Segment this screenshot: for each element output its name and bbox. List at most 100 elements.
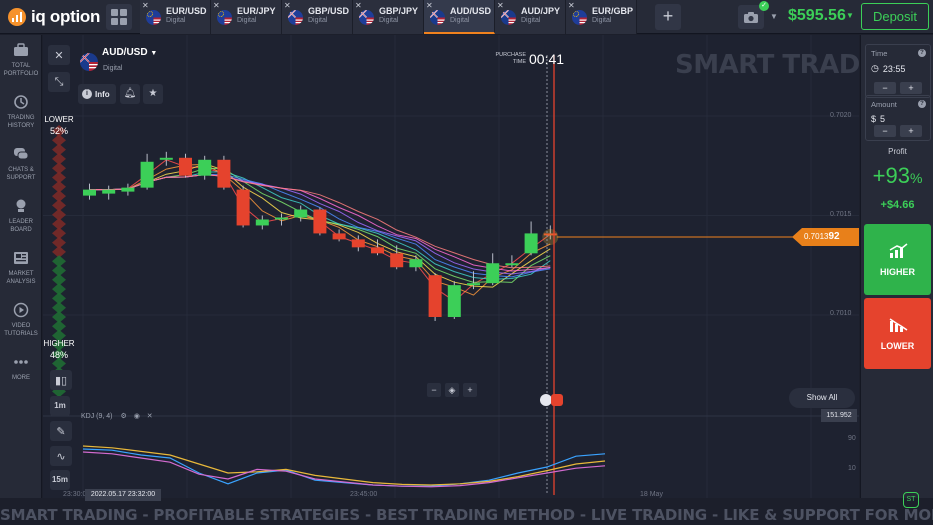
asset-selector[interactable]: AUD/USD ▼ (102, 47, 157, 58)
higher-button[interactable]: HIGHER (864, 224, 931, 295)
currency-flag-icon (359, 10, 374, 25)
asset-tab-eur-jpy[interactable]: ✕ EUR/JPY Digital (211, 0, 282, 34)
zoom-out-button[interactable]: − (427, 383, 441, 397)
asset-tab-eur-usd[interactable]: ✕ EUR/USD Digital (140, 0, 211, 34)
chart-area[interactable] (43, 35, 859, 498)
aud-usd-flag-icon (80, 53, 98, 71)
account-balance[interactable]: $595.56 (788, 7, 846, 25)
x-tick-label: 23:45:00 (350, 491, 378, 498)
alert-button[interactable]: 🔔︎ (120, 84, 140, 104)
profit-percent-value: +93 (872, 163, 910, 188)
favorite-button[interactable]: ★ (143, 84, 163, 104)
asset-tab-eur-gbp[interactable]: ✕ EUR/GBP Digital (566, 0, 637, 34)
clock-icon: ◷ (871, 63, 879, 73)
draw-tool-button[interactable]: ✎ (50, 421, 72, 441)
timeframe-15m-button[interactable]: 15m (50, 470, 70, 490)
candle-body (467, 283, 480, 286)
sidebar-item-label: Market Analysis (6, 271, 36, 285)
amount-decrease-button[interactable]: − (874, 125, 896, 137)
time-decrease-button[interactable]: − (874, 82, 896, 94)
sidebar-item-total-portfolio[interactable]: Total Portfolio (0, 35, 42, 87)
info-label: Info (95, 89, 110, 99)
balance-chevron-icon[interactable]: ▼ (846, 11, 854, 20)
asset-tab-aud-jpy[interactable]: ✕ AUD/JPY Digital (495, 0, 566, 34)
time-value[interactable]: ◷ 23:55 (871, 63, 905, 74)
candle-body (351, 239, 365, 248)
close-icon[interactable]: ✕ (284, 1, 291, 10)
asset-tab-gbp-usd[interactable]: ✕ GBP/USD Digital (282, 0, 353, 34)
candle-body (179, 157, 192, 176)
time-increase-button[interactable]: + (900, 82, 922, 94)
sidebar-item-leader-board[interactable]: Leader Board (0, 191, 42, 243)
currency-flag-icon (146, 10, 161, 25)
lower-label: LOWER (880, 340, 915, 351)
close-icon[interactable]: ✕ (568, 1, 575, 10)
lower-button[interactable]: LOWER (864, 298, 931, 369)
top-bar: iq option ✕ EUR/USD Digital ✕ EUR/JPY Digital… (0, 0, 933, 34)
price-glow (542, 228, 559, 245)
gear-icon[interactable]: ⚙ (120, 413, 126, 420)
sidebar-item-video-tutorials[interactable]: Video Tutorials (0, 295, 42, 347)
collapse-button[interactable]: ⤡ (48, 72, 70, 92)
close-icon[interactable]: ✕ (213, 1, 220, 10)
y-tick-label: 0.7015 (830, 211, 852, 218)
y-tick-label: 0.7020 (830, 112, 852, 119)
play-icon (12, 301, 30, 319)
amount-label: Amount (871, 100, 897, 109)
close-icon[interactable]: ✕ (426, 1, 433, 10)
chart-type-button[interactable]: ▮▯ (50, 370, 72, 390)
sidebar-item-chats-support[interactable]: Chats & Support (0, 139, 42, 191)
sidebar-item-market-analysis[interactable]: Market Analysis (0, 243, 42, 295)
tab-kind-label: Digital (592, 17, 612, 24)
currency-flag-icon (288, 10, 303, 25)
currency-flag-icon (217, 10, 232, 25)
zoom-in-button[interactable]: + (463, 383, 477, 397)
profit-percent-sign: % (909, 170, 923, 186)
close-icon[interactable]: ✕ (497, 1, 504, 10)
logo-text: iq option (31, 7, 101, 26)
deposit-button[interactable]: Deposit (861, 3, 929, 30)
sidebar-item-trading-history[interactable]: Trading History (0, 87, 42, 139)
show-all-button[interactable]: Show All (789, 388, 855, 408)
chart-down-icon (889, 317, 907, 332)
expiry-time-box[interactable]: Time ? ◷ 23:55 − + (865, 44, 931, 98)
asset-tab-aud-usd[interactable]: ✕ AUD/USD Digital (424, 0, 495, 34)
amount-increase-button[interactable]: + (900, 125, 922, 137)
candle-body (275, 217, 288, 220)
tab-pair-label: EUR/JPY (237, 6, 276, 16)
time-value-text: 23:55 (882, 63, 906, 74)
close-chart-button[interactable]: ✕ (48, 45, 70, 65)
wave-icon: ∿ (56, 450, 66, 463)
oscillator-tick: 10 (848, 465, 856, 472)
eye-icon[interactable]: ◉ (134, 413, 140, 420)
currency-flag-icon (501, 10, 516, 25)
close-icon[interactable]: ✕ (147, 413, 153, 420)
amount-box[interactable]: Amount ? $5 − + (865, 95, 931, 141)
help-icon[interactable]: ? (918, 49, 926, 57)
asset-grid-button[interactable] (106, 4, 132, 30)
add-asset-button[interactable]: + (655, 4, 681, 30)
tab-pair-label: AUD/JPY (521, 6, 561, 16)
help-icon[interactable]: ? (918, 100, 926, 108)
chevron-down-icon[interactable]: ▼ (770, 12, 778, 21)
more-dots-icon (12, 353, 30, 371)
brand-logo[interactable]: iq option (8, 7, 100, 27)
timeframe-1m-button[interactable]: 1m (50, 396, 70, 416)
tab-pair-label: EUR/USD (166, 6, 207, 16)
amount-value[interactable]: $5 (871, 114, 885, 124)
chevron-down-icon: ▼ (150, 50, 158, 57)
sidebar-item-label: More (12, 375, 30, 381)
zoom-reset-button[interactable]: ◈ (445, 383, 459, 397)
info-button[interactable]: i Info (78, 84, 116, 104)
indicators-button[interactable]: ∿ (50, 446, 72, 466)
asset-tab-gbp-jpy[interactable]: ✕ GBP/JPY Digital (353, 0, 424, 34)
close-icon[interactable]: ✕ (142, 1, 149, 10)
promo-banner: SMART TRADING - PROFITABLE STRATEGIES - … (0, 505, 933, 525)
logo-icon (8, 8, 26, 26)
asset-name: AUD/USD (102, 47, 148, 58)
price-chart[interactable] (43, 35, 859, 498)
indicator-value: 151.952 (821, 409, 857, 422)
profit-label: Profit (888, 147, 907, 156)
sidebar-item-more[interactable]: More (0, 347, 42, 399)
close-icon[interactable]: ✕ (355, 1, 362, 10)
